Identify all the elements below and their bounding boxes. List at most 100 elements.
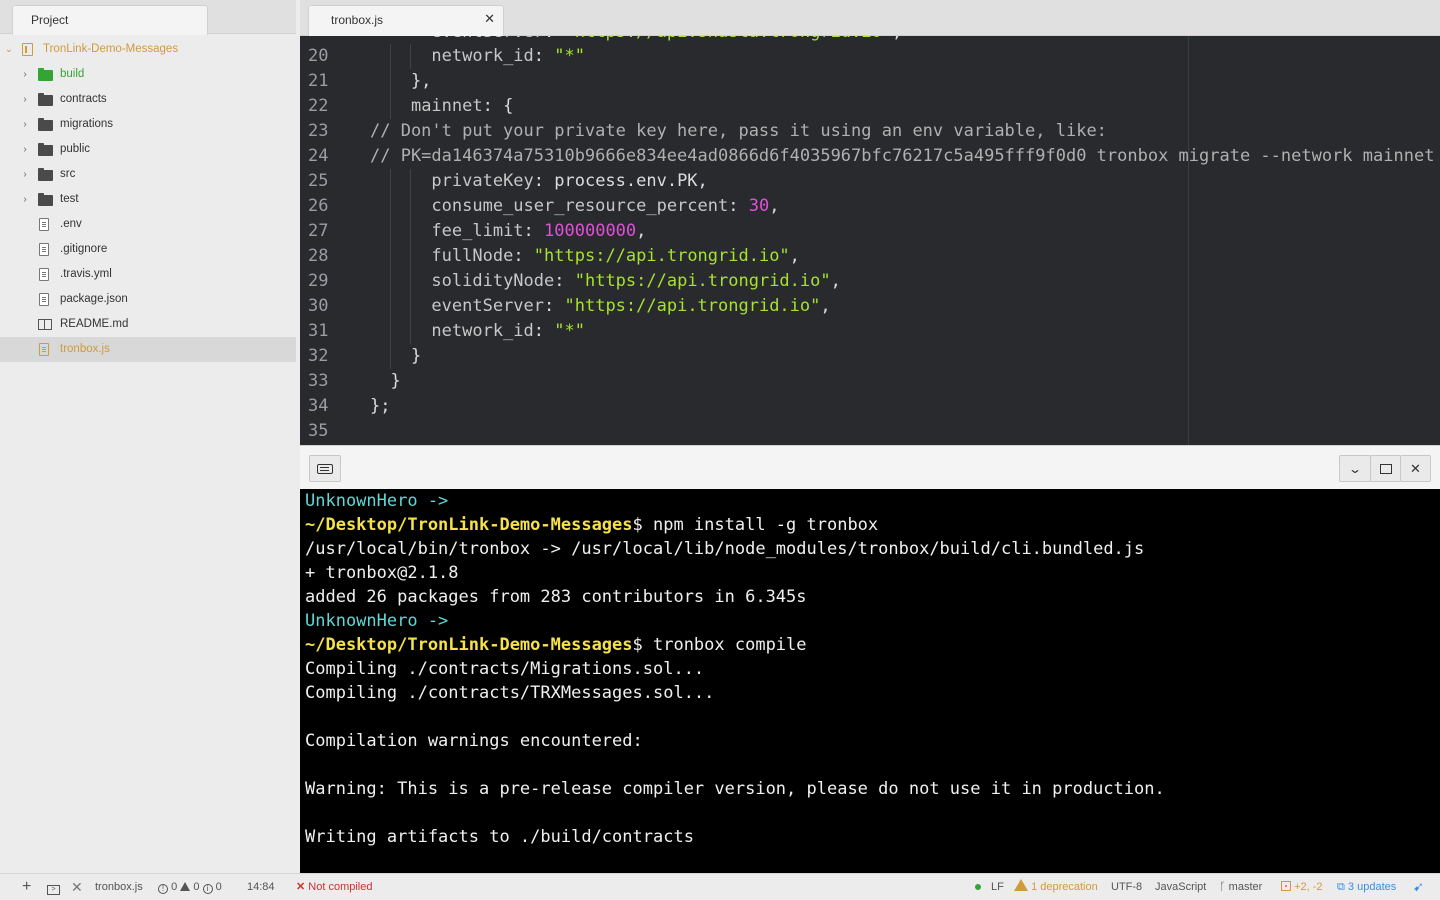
deprecation-cop[interactable]: 1 deprecation [1014, 874, 1098, 900]
tree-root-project[interactable]: ⌄ TronLink-Demo-Messages [0, 37, 296, 62]
git-branch[interactable]: ᚴ master [1219, 874, 1262, 900]
terminal-user: UnknownHero -> [305, 491, 449, 511]
package-icon: ⧉ [1337, 881, 1345, 893]
code-text: eventServer: "https://api.trongrid.io", [431, 296, 831, 316]
code-editor[interactable]: eventServer: "https://api.shasta.trongri… [300, 36, 1440, 445]
tree-file-gitignore[interactable]: .gitignore [0, 237, 296, 262]
compile-status-label: Not compiled [308, 881, 373, 893]
file-icon [39, 268, 49, 281]
line-ending[interactable]: LF [991, 874, 1004, 900]
file-icon [39, 343, 49, 356]
line-number: 23 [308, 121, 329, 141]
terminal-line: added 26 packages from 283 contributors … [305, 585, 807, 609]
close-terminal-button[interactable]: ✕ [1400, 455, 1431, 482]
tree-file-README-md[interactable]: README.md [0, 312, 296, 337]
git-diff-summary[interactable]: +2, -2 [1281, 874, 1323, 900]
code-text: privateKey: process.env.PK, [431, 171, 708, 191]
status-ok-dot [975, 874, 981, 900]
error-icon: ! [158, 884, 168, 894]
error-count: 0 [171, 881, 178, 893]
folder-label: migrations [60, 118, 114, 130]
line-number: 33 [308, 371, 329, 391]
line-number: 31 [308, 321, 329, 341]
line-number: 26 [308, 196, 329, 216]
chevron-right-icon: › [23, 94, 27, 105]
line-number: 25 [308, 171, 329, 191]
code-text: network_id: "*" [431, 46, 585, 66]
tree-file-tronbox-js[interactable]: tronbox.js [0, 337, 296, 362]
terminal-output-text: Compiling ./contracts/Migrations.sol... [305, 659, 705, 679]
terminal-line: Compiling ./contracts/TRXMessages.sol... [305, 681, 714, 705]
wrap-guide [1188, 36, 1189, 445]
tree-folder-build[interactable]: › build [0, 62, 296, 87]
package-updates[interactable]: ⧉ 3 updates [1337, 874, 1396, 900]
tree-folder-migrations[interactable]: › migrations [0, 112, 296, 137]
diagnostics-summary[interactable]: ! 0 0 i 0 [158, 874, 222, 900]
info-icon: i [202, 884, 213, 894]
close-icon[interactable]: ✕ [484, 11, 495, 27]
close-icon[interactable]: ✕ [71, 874, 83, 900]
folder-icon [38, 68, 53, 81]
chevron-down-icon: ⌄ [1347, 461, 1363, 476]
chevron-down-icon: ⌄ [4, 44, 14, 55]
tree-folder-contracts[interactable]: › contracts [0, 87, 296, 112]
tree-folder-src[interactable]: › src [0, 162, 296, 187]
terminal-output-text: Writing artifacts to ./build/contracts [305, 827, 694, 847]
book-icon [38, 319, 52, 330]
editor-tab-bar: tronbox.js ✕ [300, 0, 1440, 36]
tree-file-package-json[interactable]: package.json [0, 287, 296, 312]
deprecation-label: 1 deprecation [1031, 881, 1098, 893]
code-text: } [370, 346, 422, 366]
folder-label: build [60, 68, 85, 80]
terminal-line: Compilation warnings encountered: [305, 729, 643, 753]
terminal-line: Compiling ./contracts/Migrations.sol... [305, 657, 704, 681]
terminal-line: Writing artifacts to ./build/contracts [305, 825, 694, 849]
keyboard-icon [317, 463, 333, 474]
code-text: // PK=da146374a75310b9666e834ee4ad0866d6… [370, 146, 1435, 166]
project-name: TronLink-Demo-Messages [43, 43, 179, 55]
project-tab[interactable]: Project [12, 5, 208, 35]
line-number: 29 [308, 271, 329, 291]
tree-file-env[interactable]: .env [0, 212, 296, 237]
chevron-right-icon: › [23, 169, 27, 180]
terminal-command: $ tronbox compile [632, 635, 807, 655]
folder-label: contracts [60, 93, 107, 105]
terminal-output[interactable]: UnknownHero -> ~/Desktop/TronLink-Demo-Me… [300, 489, 1440, 873]
code-text: solidityNode: "https://api.trongrid.io", [431, 271, 841, 291]
grammar-selector[interactable]: JavaScript [1155, 874, 1206, 900]
tree-folder-public[interactable]: › public [0, 137, 296, 162]
line-number: 35 [308, 421, 329, 441]
line-number: 30 [308, 296, 329, 316]
info-count: 0 [215, 881, 222, 893]
terminal-output-text: Compilation warnings encountered: [305, 731, 643, 751]
bird-icon[interactable]: ➹ [1413, 874, 1424, 900]
line-number: 21 [308, 71, 329, 91]
keyboard-input-button[interactable] [309, 455, 341, 482]
code-text: network_id: "*" [431, 321, 585, 341]
line-number: 24 [308, 146, 329, 166]
file-label: .env [60, 218, 82, 230]
status-file-name[interactable]: tronbox.js [95, 874, 143, 900]
updates-label: 3 updates [1347, 881, 1397, 893]
chevron-right-icon: › [23, 144, 27, 155]
compile-status[interactable]: ✕ Not compiled [296, 874, 372, 900]
warning-icon [180, 882, 191, 891]
maximize-terminal-button[interactable] [1370, 455, 1401, 482]
hide-terminal-button[interactable]: ⌄ [1339, 455, 1371, 482]
terminal-icon[interactable]: > [47, 874, 60, 900]
cursor-position[interactable]: 14:84 [247, 874, 275, 900]
folder-icon [38, 118, 53, 131]
repo-icon [22, 43, 33, 56]
terminal-line: ~/Desktop/TronLink-Demo-Messages$ tronbo… [305, 633, 807, 657]
file-label: package.json [60, 293, 128, 305]
add-terminal-icon[interactable]: + [22, 874, 31, 900]
terminal-output-text: /usr/local/bin/tronbox -> /usr/local/lib… [305, 539, 1145, 559]
tree-file-travis-yml[interactable]: .travis.yml [0, 262, 296, 287]
terminal-output-text: added 26 packages from 283 contributors … [305, 587, 807, 607]
file-icon [39, 218, 49, 231]
tree-folder-test[interactable]: › test [0, 187, 296, 212]
file-label: .travis.yml [60, 268, 112, 280]
tab-tronbox-js[interactable]: tronbox.js ✕ [308, 5, 504, 36]
diff-icon [1281, 881, 1291, 891]
file-encoding[interactable]: UTF-8 [1111, 874, 1142, 900]
